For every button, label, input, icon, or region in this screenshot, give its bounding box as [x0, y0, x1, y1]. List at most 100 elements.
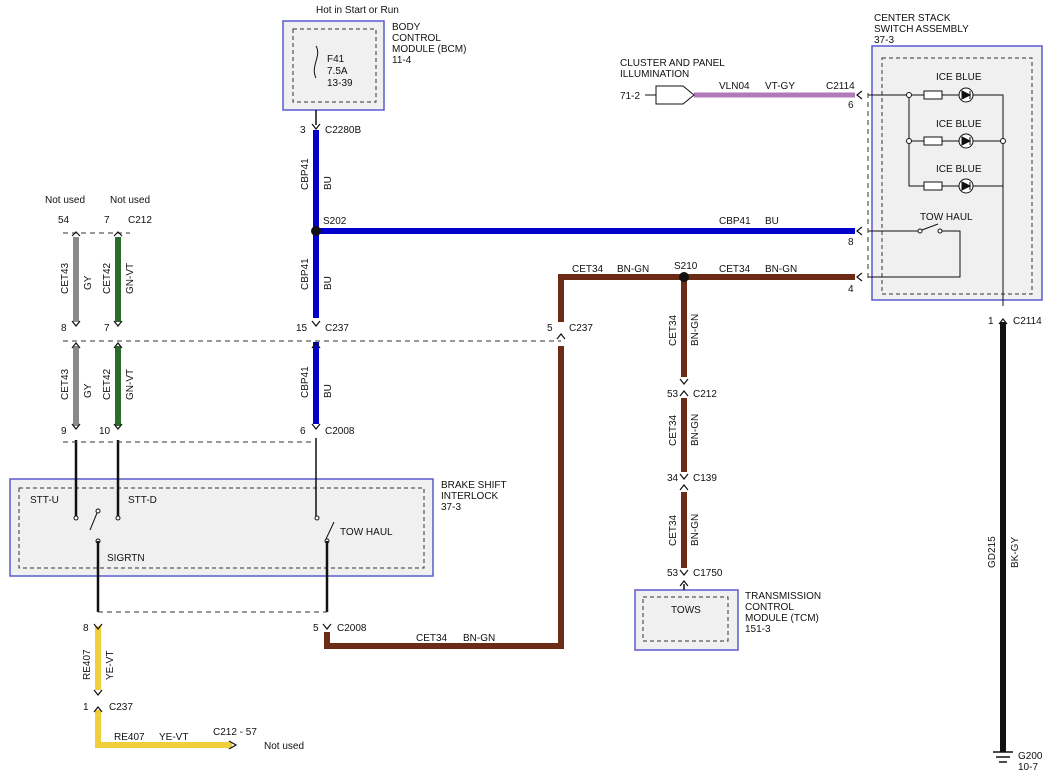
pin-3: 3	[300, 125, 306, 136]
cluster-color: VT-GY	[765, 81, 795, 92]
pin-1-c2114: 1	[988, 316, 994, 327]
s202: S202	[323, 216, 347, 227]
cet34-r: CET34	[719, 264, 751, 275]
g200-page: 10-7	[1018, 762, 1038, 773]
pin-7-top: 7	[104, 215, 110, 226]
cbp41-c: CBP41	[300, 366, 311, 398]
cet43-a: CET43	[60, 262, 71, 294]
gy-b: GY	[83, 383, 94, 398]
tcm-page: 151-3	[745, 624, 771, 635]
csa-page: 37-3	[874, 35, 894, 46]
pin-54: 54	[58, 215, 70, 226]
bu-c: BU	[323, 384, 334, 398]
bngn-v3: BN-GN	[690, 514, 701, 546]
not-used-1: Not used	[45, 195, 85, 206]
bcm-module: Hot in Start or Run F41 7.5A 13-39 BODY …	[282, 5, 466, 111]
pin-53-c212: 53	[667, 389, 679, 400]
c237-a: C237	[325, 323, 349, 334]
pin-6: 6	[300, 426, 306, 437]
bngn-l: BN-GN	[617, 264, 649, 275]
tcm-pin-label: TOWS	[671, 605, 701, 616]
pin-8-c237: 8	[61, 323, 67, 334]
pin-8-bot: 8	[83, 623, 89, 634]
yevt-h: YE-VT	[159, 732, 188, 743]
s210: S210	[674, 261, 698, 272]
cbp41-b: CBP41	[300, 258, 311, 290]
pin-53-c1750: 53	[667, 568, 679, 579]
bcm-name-2: CONTROL	[392, 33, 441, 44]
pin-15: 15	[296, 323, 308, 334]
pin-5-c237: 5	[547, 323, 553, 334]
bngn-v2: BN-GN	[690, 414, 701, 446]
cluster-name-2: ILLUMINATION	[620, 69, 689, 80]
pin-9: 9	[61, 426, 67, 437]
cet34-l: CET34	[572, 264, 604, 275]
c139: C139	[693, 473, 717, 484]
bngn-v1: BN-GN	[690, 314, 701, 346]
csa-switch-label: TOW HAUL	[920, 212, 973, 223]
g200: G200	[1018, 751, 1043, 762]
bcm-page: 11-4	[392, 55, 412, 66]
not-used-2: Not used	[110, 195, 150, 206]
bngn-bot: BN-GN	[463, 633, 495, 644]
pin-5-bot: 5	[313, 623, 319, 634]
gnvt-a: GN-VT	[125, 263, 136, 294]
cbp41-h: CBP41	[719, 216, 751, 227]
c212-mid: C212	[693, 389, 717, 400]
c2008-b: C2008	[337, 623, 367, 634]
cluster-connector: C2114	[826, 81, 855, 92]
pin-4-right: 4	[848, 284, 854, 295]
fuse-name: F41	[327, 54, 345, 65]
tcm-name-2: CONTROL	[745, 602, 794, 613]
not-used-3: Not used	[264, 741, 304, 752]
c212-top: C212	[128, 215, 152, 226]
cet34-v2: CET34	[668, 414, 679, 446]
led-label-1: ICE BLUE	[936, 72, 982, 83]
bsi-name-1: BRAKE SHIFT	[441, 480, 507, 491]
pin-8-right: 8	[848, 237, 854, 248]
bu-h: BU	[765, 216, 779, 227]
cet42-b: CET42	[102, 368, 113, 400]
fuse-ref: 13-39	[327, 78, 353, 89]
c2280b: C2280B	[325, 125, 361, 136]
bngn-r: BN-GN	[765, 264, 797, 275]
cluster-circuit: VLN04	[719, 81, 750, 92]
cet43-b: CET43	[60, 368, 71, 400]
cluster-page: 71-2	[620, 91, 640, 102]
bcm-hot-label: Hot in Start or Run	[316, 5, 399, 16]
bcm-name-3: MODULE (BCM)	[392, 44, 466, 55]
stt-u-label: STT-U	[30, 495, 59, 506]
cet34-v3: CET34	[668, 514, 679, 546]
csa-name-1: CENTER STACK	[874, 13, 951, 24]
cluster-connector-icon	[655, 85, 695, 105]
pin-10: 10	[99, 426, 111, 437]
tcm-name-3: MODULE (TCM)	[745, 613, 819, 624]
wiring-diagram: Hot in Start or Run F41 7.5A 13-39 BODY …	[9, 5, 1043, 773]
bcm-name-1: BODY	[392, 22, 421, 33]
cet34-bot: CET34	[416, 633, 448, 644]
pin-7-c237: 7	[104, 323, 110, 334]
fuse-rating: 7.5A	[327, 66, 348, 77]
bsi-page: 37-3	[441, 502, 461, 513]
csa-name-2: SWITCH ASSEMBLY	[874, 24, 969, 35]
gd215: GD215	[987, 536, 998, 568]
c1750: C1750	[693, 568, 723, 579]
cbp41-a: CBP41	[300, 158, 311, 190]
cet34-v1: CET34	[668, 314, 679, 346]
bsi-module: BRAKE SHIFT INTERLOCK 37-3 STT-U STT-D S…	[9, 478, 507, 577]
stt-d-label: STT-D	[128, 495, 157, 506]
gy-a: GY	[83, 275, 94, 290]
gnvt-b: GN-VT	[125, 369, 136, 400]
cluster-labels: CLUSTER AND PANEL ILLUMINATION 71-2 VLN0…	[620, 58, 855, 111]
led-label-3: ICE BLUE	[936, 164, 982, 175]
re407-v: RE407	[82, 649, 93, 680]
center-stack-module: CENTER STACK SWITCH ASSEMBLY 37-3 ICE BL…	[868, 13, 1043, 306]
bu-a: BU	[323, 176, 334, 190]
splice-s210	[679, 272, 689, 282]
c2008-a: C2008	[325, 426, 355, 437]
bsi-name-2: INTERLOCK	[441, 491, 499, 502]
bu-b: BU	[323, 276, 334, 290]
bkgy: BK-GY	[1010, 537, 1021, 568]
led-label-2: ICE BLUE	[936, 119, 982, 130]
connector-arrows	[71, 90, 1008, 750]
